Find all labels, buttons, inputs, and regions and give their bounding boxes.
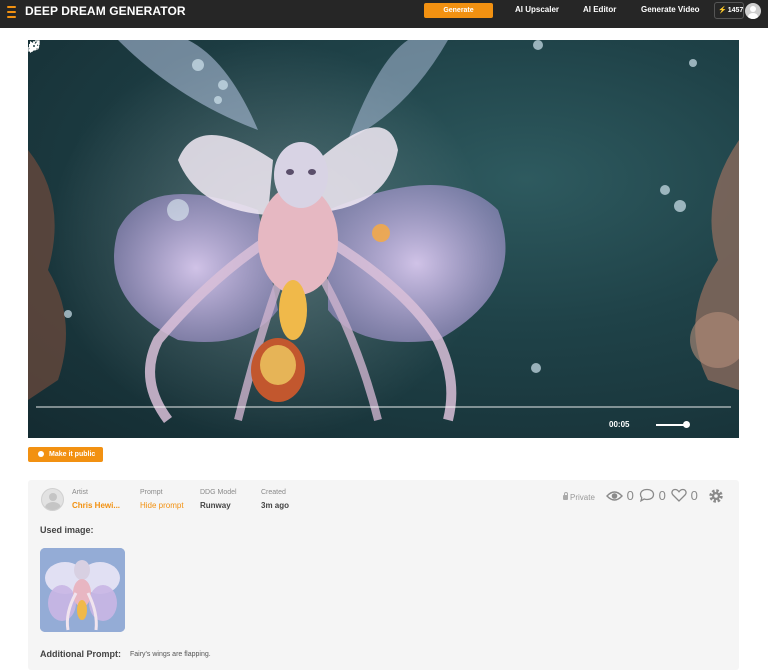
gear-icon[interactable] [708, 488, 724, 504]
bolt-icon: ⚡ [718, 7, 727, 14]
created-value: 3m ago [261, 501, 290, 510]
user-avatar-icon[interactable] [745, 3, 761, 19]
model-label: DDG Model [200, 489, 237, 496]
seek-bar[interactable] [36, 406, 731, 408]
comment-icon [639, 488, 655, 503]
created-label: Created [261, 489, 286, 496]
visibility-label: Private [570, 493, 595, 502]
comments-stat[interactable]: 0 [639, 488, 666, 503]
info-panel: Artist Chris Hewi... Prompt Hide prompt … [28, 480, 739, 670]
artist-avatar[interactable] [41, 488, 64, 511]
hide-prompt-link[interactable]: Hide prompt [140, 501, 184, 510]
credits-badge[interactable]: ⚡1457 [714, 2, 744, 19]
prompt-label: Prompt [140, 489, 163, 496]
credits-count: 1457 [727, 7, 744, 14]
nav-ai-upscaler[interactable]: AI Upscaler [515, 5, 559, 14]
nav-generate-video[interactable]: Generate Video [641, 5, 700, 14]
volume-fill [656, 424, 685, 426]
fullscreen-icon[interactable] [28, 40, 40, 52]
used-image-label: Used image: [40, 525, 94, 535]
eye-icon [606, 491, 623, 501]
likes-stat[interactable]: 0 [671, 488, 698, 503]
additional-prompt-label: Additional Prompt: [40, 649, 121, 659]
brand-title[interactable]: DEEP DREAM GENERATOR [25, 4, 186, 18]
artist-name-link[interactable]: Chris Hewi... [72, 501, 120, 510]
generate-button[interactable]: Generate [424, 3, 493, 18]
top-navbar: DEEP DREAM GENERATOR Generate AI Upscale… [0, 0, 768, 28]
visibility-status: Private [563, 492, 595, 502]
views-count: 0 [626, 488, 634, 503]
video-time: 00:05 [609, 420, 630, 429]
video-frame [28, 40, 739, 438]
make-public-label: Make it public [49, 451, 96, 458]
video-player[interactable]: 00:05 [28, 40, 739, 438]
likes-count: 0 [690, 488, 698, 503]
nav-ai-editor[interactable]: AI Editor [583, 5, 616, 14]
heart-icon [671, 488, 687, 502]
comments-count: 0 [658, 488, 666, 503]
volume-knob[interactable] [683, 421, 690, 428]
views-stat: 0 [606, 488, 634, 503]
lock-icon [563, 492, 568, 500]
used-image-thumbnail[interactable] [40, 548, 125, 632]
model-value: Runway [200, 501, 231, 510]
artist-label: Artist [72, 489, 88, 496]
make-public-button[interactable]: Make it public [28, 447, 103, 462]
additional-prompt-text: Fairy's wings are flapping. [130, 651, 211, 658]
menu-logo-icon[interactable] [7, 6, 16, 19]
globe-icon [38, 450, 44, 457]
